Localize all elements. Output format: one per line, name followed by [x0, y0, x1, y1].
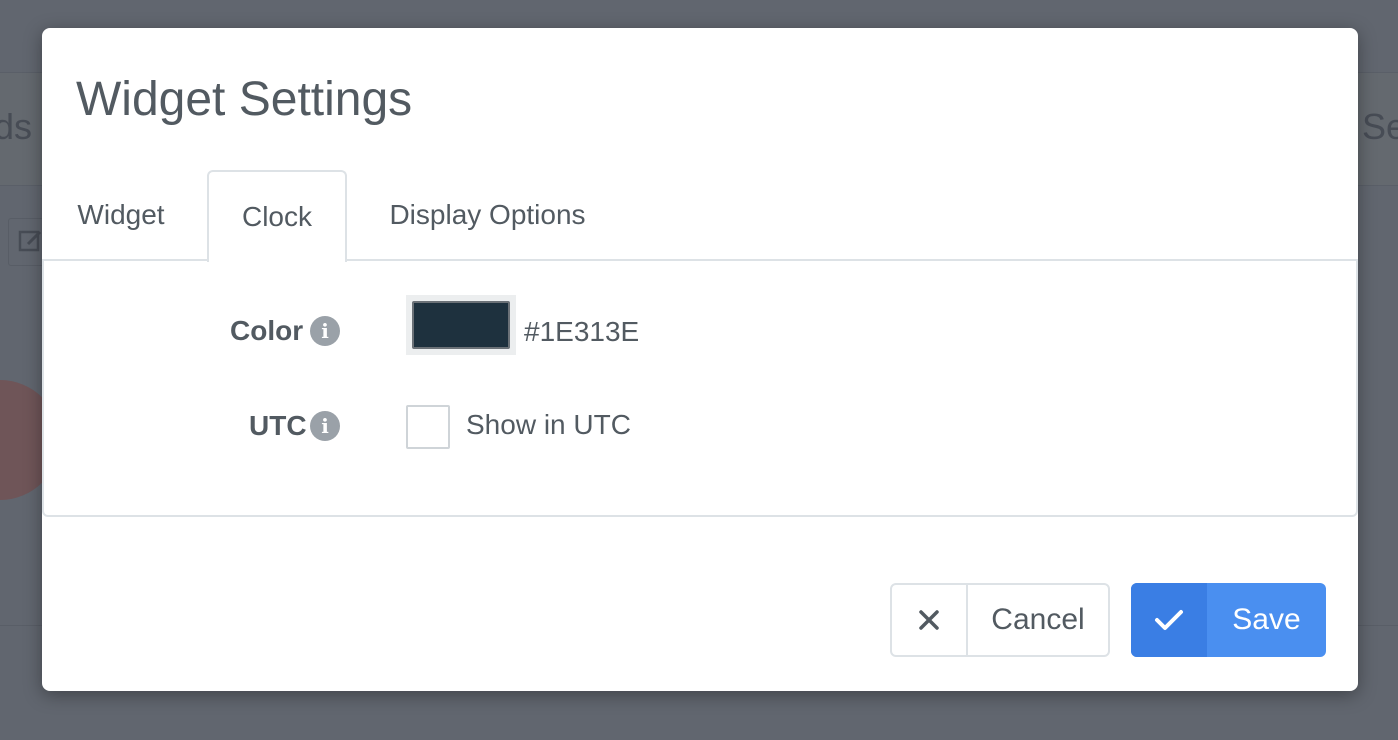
show-in-utc-label[interactable]: Show in UTC — [466, 409, 631, 441]
clock-tab-panel: Color i #1E313E UTC i Show in UTC — [42, 259, 1358, 517]
info-icon[interactable]: i — [310, 411, 340, 441]
tab-widget[interactable]: Widget — [42, 170, 200, 260]
background-right-text: Se — [1361, 106, 1398, 147]
modal-title: Widget Settings — [76, 73, 413, 126]
tab-display-options[interactable]: Display Options — [360, 170, 615, 260]
cancel-button-label: Cancel — [991, 603, 1085, 636]
utc-label: UTC — [249, 410, 307, 441]
color-swatch-fill — [412, 301, 510, 349]
cancel-button[interactable]: Cancel — [890, 583, 1110, 657]
widget-settings-modal: Widget Settings Widget Clock Display Opt… — [42, 28, 1358, 691]
close-icon — [892, 585, 968, 655]
save-button[interactable]: Save — [1131, 583, 1326, 657]
save-button-label: Save — [1232, 603, 1301, 636]
tab-clock[interactable]: Clock — [207, 170, 347, 262]
checkmark-icon — [1131, 583, 1207, 657]
info-icon[interactable]: i — [310, 316, 340, 346]
color-picker-swatch[interactable] — [406, 295, 516, 355]
tab-bar: Widget Clock Display Options — [42, 170, 1358, 262]
color-hex-value: #1E313E — [524, 316, 640, 347]
color-label: Color — [230, 315, 304, 346]
show-in-utc-checkbox[interactable] — [406, 405, 450, 449]
background-left-text: ds — [0, 106, 33, 147]
edit-icon — [18, 230, 42, 252]
